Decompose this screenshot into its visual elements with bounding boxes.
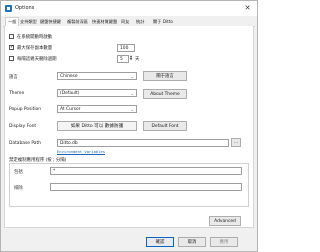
window-title: Options [15, 5, 35, 11]
copy-apps-group: 包括 * 排除 [9, 163, 249, 207]
chevron-down-icon: ⌄ [130, 74, 134, 79]
popup-position-dropdown[interactable]: At Cursor ⌄ [57, 105, 137, 113]
advanced-button[interactable]: Advanced [209, 216, 241, 226]
expire-days-spinner[interactable]: ▲ ▼ [129, 55, 133, 61]
database-path-input[interactable]: Ditto.db [57, 139, 229, 147]
expire-days-input[interactable]: 5 [117, 55, 129, 63]
default-font-button[interactable]: Default Font [143, 121, 187, 131]
title-bar: Options ✕ [1, 1, 257, 16]
max-saved-checkbox[interactable] [9, 44, 14, 50]
expire-unit-label: 天 [135, 57, 140, 62]
database-path-label: Database Path [9, 141, 41, 146]
display-font-button[interactable]: 如果 Ditto 可以 數據防護 [57, 121, 137, 131]
popup-position-value: At Cursor [60, 107, 81, 112]
chevron-down-icon: ⌄ [130, 91, 134, 96]
exclude-label: 排除 [14, 186, 23, 191]
start-on-login-checkbox[interactable] [9, 34, 14, 39]
chevron-down-icon: ⌄ [130, 107, 134, 112]
exclude-input[interactable] [50, 183, 242, 191]
browse-button[interactable]: ... [231, 138, 241, 147]
expire-checkbox[interactable] [9, 56, 14, 61]
language-label: 語言 [9, 75, 18, 80]
app-icon [5, 5, 12, 12]
about-theme-button[interactable]: About Theme [143, 89, 187, 99]
cancel-button[interactable]: 取消 [178, 237, 206, 247]
environment-variables-link[interactable]: Environment Variables [57, 149, 105, 154]
tab-supported-types[interactable]: 支持類型 [20, 18, 37, 26]
tab-copy-buffers[interactable]: 複製前深區 [67, 18, 88, 26]
start-on-login-label: 在系統開動時啟動 [17, 35, 53, 40]
tab-about[interactable]: 關于 Ditto [153, 18, 173, 26]
tab-friends[interactable]: 同友 [121, 18, 129, 26]
expire-label: 每隔這幾天刪除過期 [17, 57, 57, 62]
options-window: Options ✕ 一般 支持類型 鍵盤快捷鍵 複製前深區 快速材質鍵盤 同友 … [0, 0, 258, 252]
language-value: Chinese [60, 74, 78, 79]
theme-dropdown[interactable]: (Default) ⌄ [57, 89, 137, 97]
display-font-label: Display Font [9, 124, 37, 129]
tab-quick-paste-keyboard[interactable]: 快速材質鍵盤 [92, 18, 117, 26]
theme-value: (Default) [60, 91, 80, 96]
language-dropdown[interactable]: Chinese ⌄ [57, 72, 137, 80]
theme-label: Theme [9, 91, 25, 96]
tab-stats[interactable]: 統計 [136, 18, 144, 26]
tab-keyboard-shortcuts[interactable]: 鍵盤快捷鍵 [40, 18, 61, 26]
include-label: 包括 [14, 170, 23, 175]
ok-button[interactable]: 確認 [146, 237, 174, 247]
apply-button[interactable]: 應用 [210, 237, 238, 247]
include-input[interactable]: * [50, 167, 242, 175]
general-tab-panel: 在系統開動時啟動 最大保存副本數量 100 每隔這幾天刪除過期 5 ▲▼ 天 語… [4, 26, 254, 228]
popup-position-label: Popup Position [9, 107, 42, 112]
max-saved-label: 最大保存副本數量 [17, 46, 53, 51]
close-button[interactable]: ✕ [242, 3, 253, 14]
max-saved-input[interactable]: 100 [117, 44, 135, 52]
about-language-button[interactable]: 關于語言 [143, 71, 187, 81]
